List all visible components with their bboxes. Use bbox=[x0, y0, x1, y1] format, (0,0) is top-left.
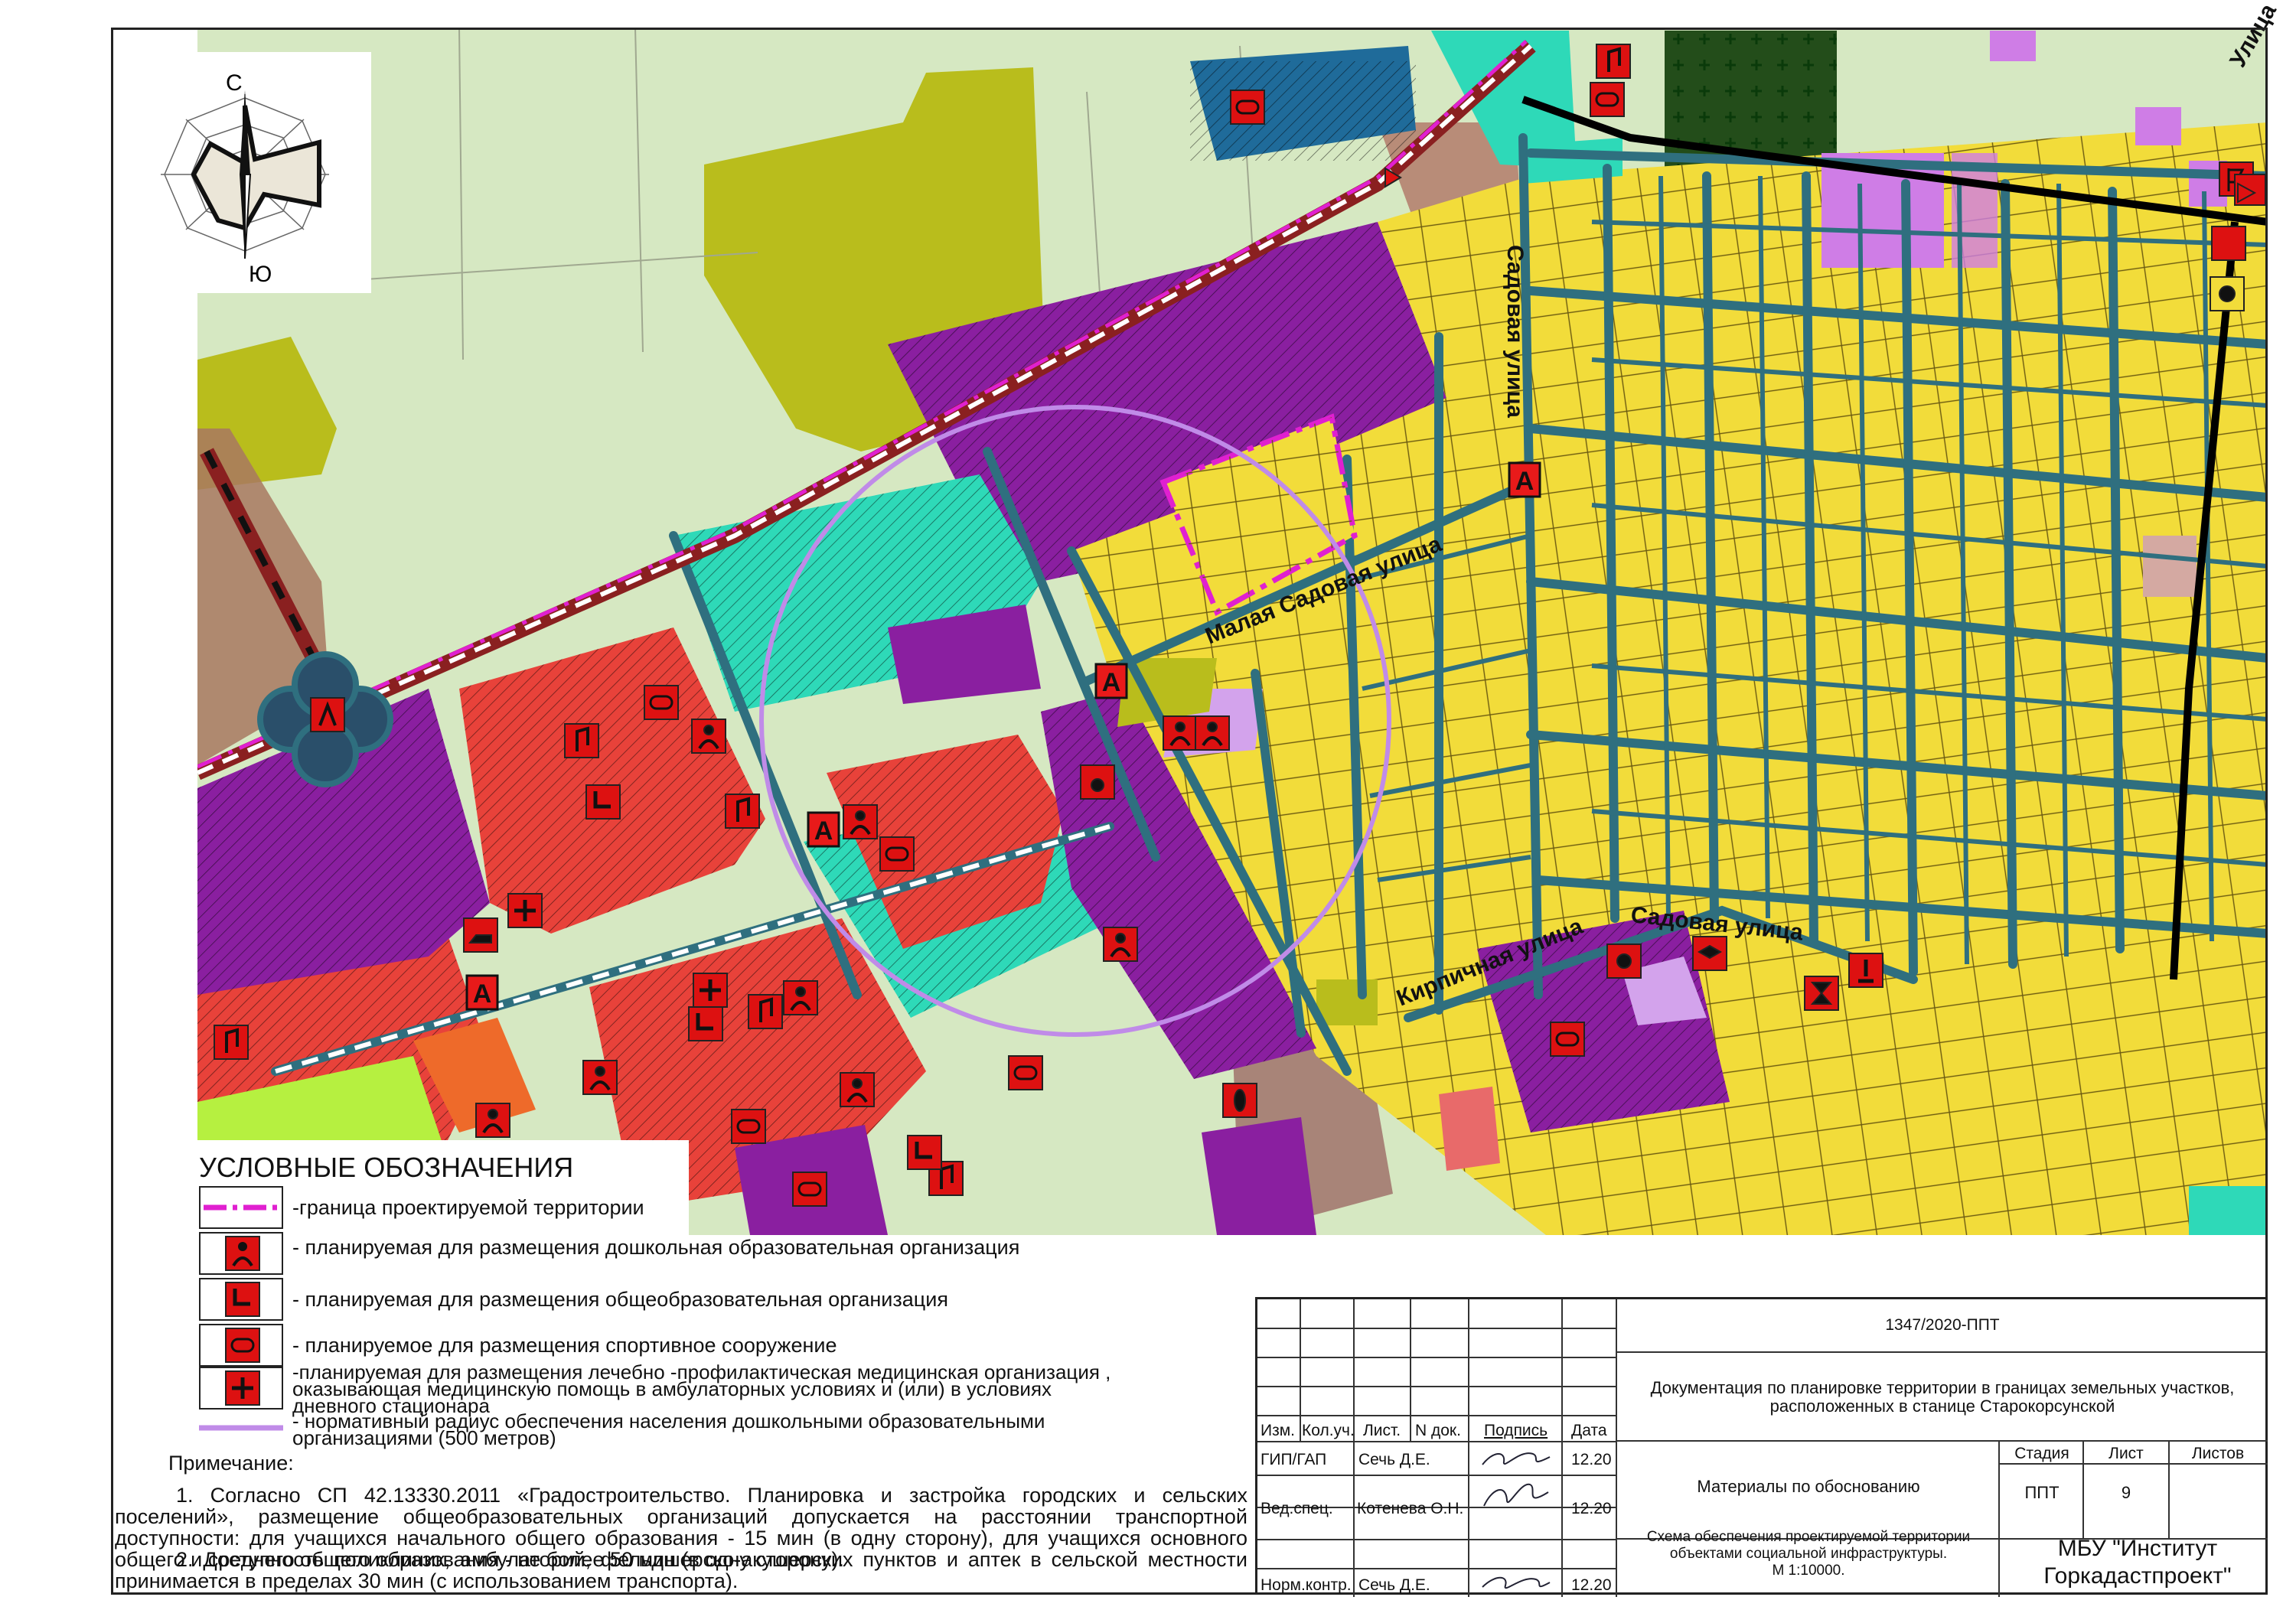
signature bbox=[1483, 1483, 1549, 1507]
legend-item-medical: -планируемая для размещения лечебно -про… bbox=[199, 1362, 1286, 1416]
section-title: Материалы по обоснованию bbox=[1697, 1477, 1920, 1496]
legend-item-school: - планируемая для размещения общеобразов… bbox=[199, 1278, 1286, 1321]
sheet-value: 9 bbox=[2121, 1483, 2131, 1502]
signer-name: Сечь Д.Е. bbox=[1358, 1576, 1430, 1594]
note-item: 2. Доступность поликлиник, амбулаторий, … bbox=[115, 1548, 1247, 1592]
organization-name: МБУ "Институт Горкадастпроект" bbox=[2043, 1536, 2232, 1589]
legend-text: - планируемая для размещения общеобразов… bbox=[292, 1288, 948, 1311]
signature bbox=[1482, 1452, 1551, 1465]
col-header: Дата bbox=[1571, 1422, 1607, 1439]
signer-role: ГИП/ГАП bbox=[1261, 1451, 1327, 1468]
legend-item-boundary: -граница проектируемой территории bbox=[199, 1186, 1286, 1229]
signer-name: Котенева О.Н. bbox=[1357, 1500, 1464, 1517]
signer-date: 12.20 bbox=[1571, 1576, 1612, 1594]
legend-text: -планируемая для размещения лечебно -про… bbox=[292, 1361, 1111, 1417]
radius-line-symbol bbox=[199, 1413, 283, 1455]
col-header: Подпись bbox=[1484, 1422, 1548, 1439]
boundary-line-symbol bbox=[199, 1186, 283, 1229]
kindergarten-icon bbox=[199, 1232, 283, 1275]
signer-date: 12.20 bbox=[1571, 1500, 1612, 1517]
legend-item-radius: - нормативный радиус обеспечения населен… bbox=[199, 1410, 1286, 1455]
col-header: Кол.уч. bbox=[1302, 1422, 1355, 1439]
legend-item-kindergarten: - планируемая для размещения дошкольная … bbox=[199, 1232, 1286, 1275]
signer-date: 12.20 bbox=[1571, 1451, 1612, 1468]
legend-text: - планируемая для размещения дошкольная … bbox=[292, 1236, 1020, 1259]
sheet-title: Схема обеспечения проектируемой территор… bbox=[1646, 1529, 1971, 1579]
signer-role: Норм.контр. bbox=[1261, 1576, 1352, 1594]
project-code: 1347/2020-ППТ bbox=[1885, 1316, 2000, 1334]
stage-header: Стадия bbox=[2014, 1445, 2069, 1462]
title-block: Изм. Кол.уч. Лист. N док. Подпись Дата Г… bbox=[1255, 1297, 2268, 1597]
stage-header: Лист bbox=[2108, 1445, 2144, 1462]
document-title: Документация по планировке территории в … bbox=[1650, 1378, 2235, 1416]
map-sheet: Садовая улица Малая Садовая улица Кирпич… bbox=[0, 0, 2296, 1623]
signature bbox=[1482, 1576, 1551, 1589]
legend-text: - планируемое для размещения спортивное … bbox=[292, 1334, 837, 1357]
stage-value: ППТ bbox=[2024, 1483, 2060, 1502]
medical-cross-icon bbox=[199, 1367, 283, 1410]
signer-name: Сечь Д.Е. bbox=[1358, 1451, 1430, 1468]
legend-text: -граница проектируемой территории bbox=[292, 1196, 644, 1219]
notes-heading: Примечание: bbox=[168, 1452, 294, 1475]
school-icon bbox=[199, 1278, 283, 1321]
col-header: Изм. bbox=[1261, 1422, 1295, 1439]
signer-role: Вед.спец. bbox=[1261, 1500, 1333, 1517]
sports-icon bbox=[199, 1324, 283, 1367]
col-header: N док. bbox=[1415, 1422, 1461, 1439]
stage-header: Листов bbox=[2191, 1445, 2245, 1462]
legend-title: УСЛОВНЫЕ ОБОЗНАЧЕНИЯ bbox=[199, 1152, 574, 1183]
col-header: Лист. bbox=[1363, 1422, 1401, 1439]
legend-text: - нормативный радиус обеспечения населен… bbox=[292, 1410, 1045, 1449]
